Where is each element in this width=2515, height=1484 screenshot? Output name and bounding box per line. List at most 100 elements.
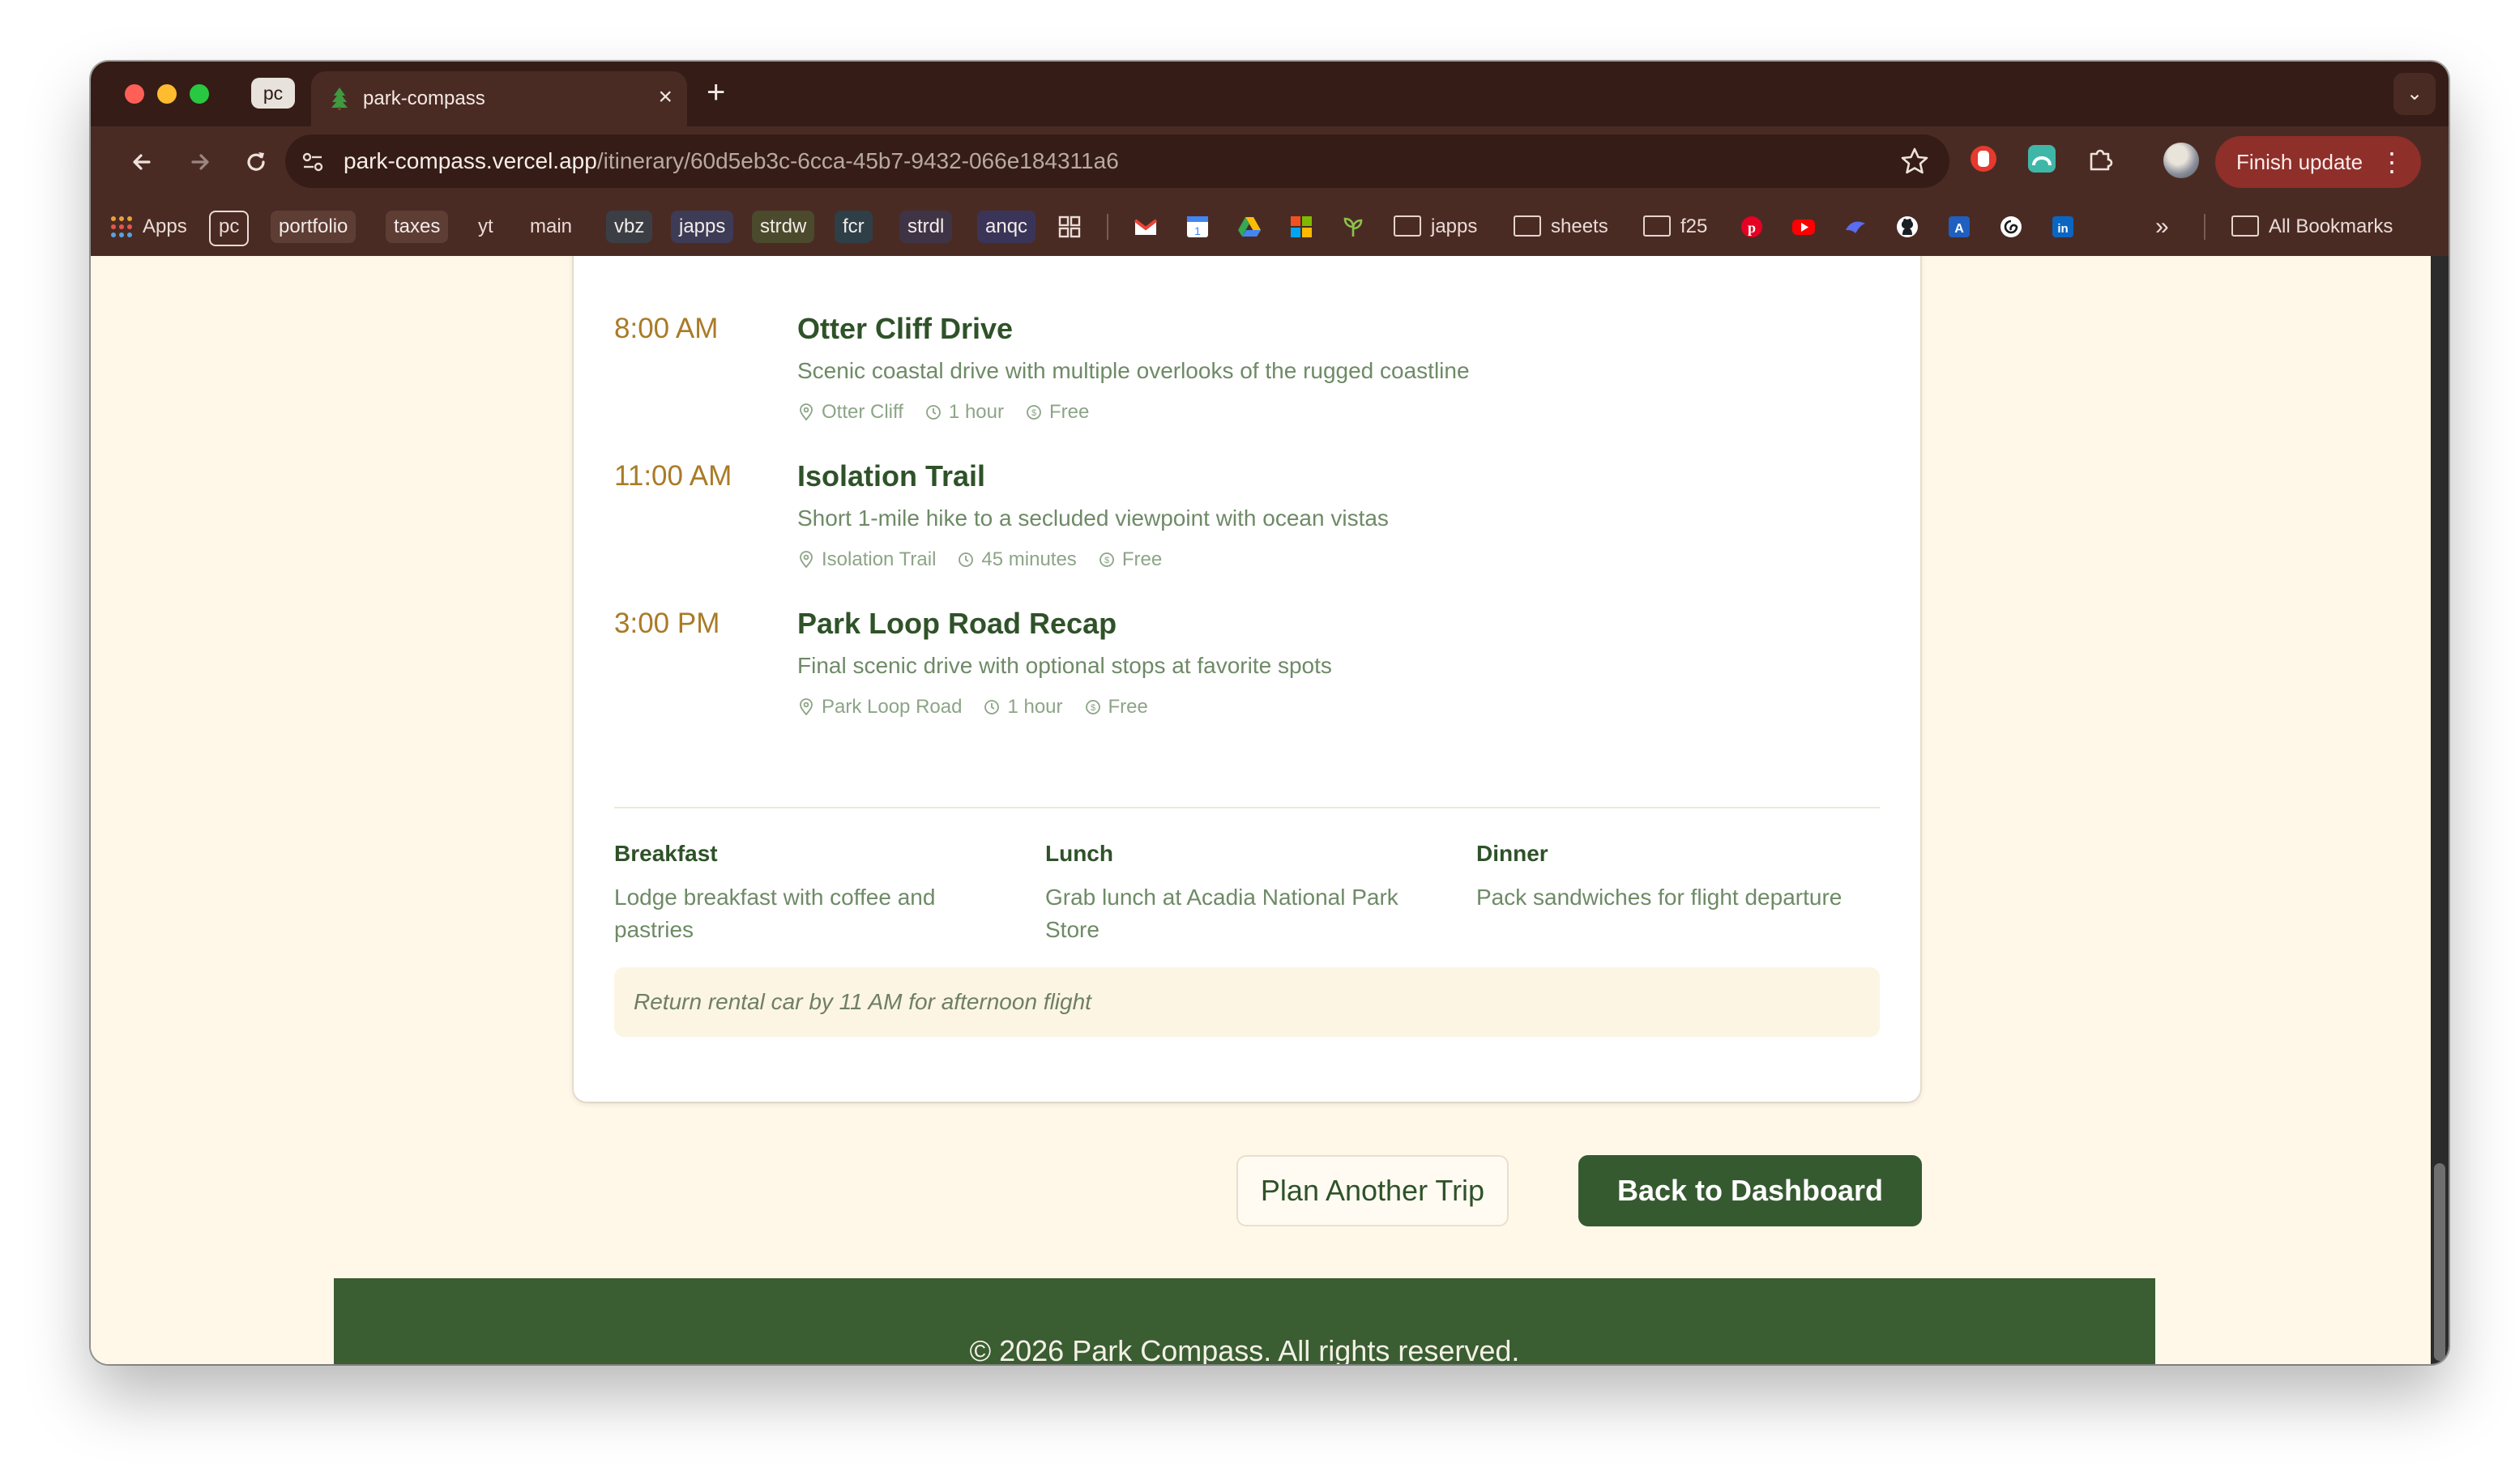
tab-group-chip[interactable]: pc — [251, 78, 295, 109]
day-note: Return rental car by 11 AM for afternoon… — [614, 967, 1880, 1037]
close-window-button[interactable] — [125, 84, 144, 104]
finish-update-button[interactable]: Finish update ⋮ — [2215, 136, 2421, 188]
activity-title: Isolation Trail — [797, 459, 986, 493]
svg-text:$: $ — [1090, 703, 1095, 713]
github-icon[interactable] — [1894, 214, 1920, 240]
bookmark-portfolio[interactable]: portfolio — [271, 211, 357, 243]
app-a-icon[interactable]: A — [1946, 214, 1972, 240]
folder-icon — [2231, 215, 2259, 237]
back-arrow-icon[interactable] — [125, 144, 160, 180]
bookmark-japps[interactable]: japps — [671, 211, 734, 243]
extensions-puzzle-icon[interactable] — [2084, 143, 2116, 175]
meal-label: Lunch — [1045, 841, 1113, 866]
bookmark-folder-f25[interactable]: f25 — [1643, 211, 1707, 243]
clock-icon — [959, 552, 974, 567]
meal-text: Lodge breakfast with coffee and pastries — [614, 885, 936, 942]
active-tab[interactable]: park-compass × — [311, 71, 687, 126]
site-settings-icon[interactable] — [300, 149, 326, 175]
microsoft-icon[interactable] — [1288, 214, 1314, 240]
forward-arrow-icon[interactable] — [181, 144, 217, 180]
scrollbar-thumb[interactable] — [2434, 1163, 2445, 1361]
activity-cost: Free — [1121, 548, 1163, 570]
new-tab-icon[interactable]: + — [707, 76, 725, 109]
browser-window: pc park-compass × + ⌄ park-compass.verce… — [91, 62, 2449, 1364]
activity-time: 11:00 AM — [614, 460, 732, 492]
pinterest-icon[interactable]: p — [1739, 214, 1765, 240]
bookmark-folder-sheets[interactable]: sheets — [1514, 211, 1608, 243]
bookmark-fcr[interactable]: fcr — [835, 211, 873, 243]
linkedin-icon[interactable]: in — [2050, 214, 2076, 240]
activity-location: Park Loop Road — [822, 696, 963, 718]
footer-copyright: © 2026 Park Compass. All rights reserved… — [969, 1334, 1520, 1365]
spiral-icon[interactable] — [1998, 214, 2024, 240]
more-bookmarks-chevron-icon[interactable]: » — [2155, 211, 2169, 243]
activity-description: Scenic coastal drive with multiple overl… — [797, 358, 1470, 383]
activity-meta: Park Loop Road 1 hour $ Free — [797, 695, 1148, 719]
bookmark-folder-japps[interactable]: japps — [1394, 211, 1477, 243]
extension-hand-icon[interactable] — [1967, 143, 2000, 175]
activity-cost: Free — [1108, 696, 1148, 718]
bookmarks-bar: Apps pc portfolio taxes yt main vbz japp… — [91, 198, 2449, 256]
bookmark-pc[interactable]: pc — [209, 211, 250, 246]
activity-meta: Isolation Trail 45 minutes $ Free — [797, 548, 1162, 572]
close-tab-icon[interactable]: × — [658, 83, 673, 112]
tab-title: park-compass — [363, 87, 485, 109]
svg-text:$: $ — [1031, 408, 1036, 418]
calendar-icon[interactable]: 1 — [1185, 214, 1211, 240]
tab-groups-grid-icon[interactable] — [1058, 215, 1081, 238]
bookmark-strdw[interactable]: strdw — [752, 211, 815, 243]
bookmark-vbz[interactable]: vbz — [606, 211, 653, 243]
activity-duration: 1 hour — [948, 401, 1004, 423]
kebab-menu-icon: ⋮ — [2379, 147, 2405, 177]
maximize-window-button[interactable] — [190, 84, 209, 104]
meal-dinner: Dinner Pack sandwiches for flight depart… — [1476, 839, 1898, 914]
clock-icon — [926, 405, 941, 420]
activity-duration: 1 hour — [1007, 696, 1063, 718]
activity-cost: Free — [1048, 401, 1090, 423]
bookmark-all-bookmarks[interactable]: All Bookmarks — [2231, 211, 2393, 243]
bookmarks-separator — [1107, 214, 1108, 240]
reload-icon[interactable] — [238, 144, 274, 180]
bookmark-taxes[interactable]: taxes — [386, 211, 449, 243]
apps-grid-icon[interactable] — [110, 215, 133, 238]
folder-icon — [1394, 215, 1421, 237]
activity-time: 8:00 AM — [614, 313, 719, 344]
section-divider — [614, 807, 1880, 808]
map-pin-icon — [800, 698, 813, 716]
plant-icon[interactable] — [1340, 214, 1366, 240]
bird-icon[interactable] — [1842, 214, 1868, 240]
activity-location: Otter Cliff — [822, 401, 903, 423]
bookmark-anqc[interactable]: anqc — [977, 211, 1036, 243]
bookmark-star-icon[interactable] — [1899, 146, 1930, 177]
tab-search-chevron-icon[interactable]: ⌄ — [2393, 73, 2436, 115]
bookmark-main[interactable]: main — [530, 211, 572, 243]
plan-another-trip-button[interactable]: Plan Another Trip — [1236, 1155, 1509, 1226]
meal-breakfast: Breakfast Lodge breakfast with coffee an… — [614, 839, 1003, 946]
bookmark-yt[interactable]: yt — [478, 211, 493, 243]
back-to-dashboard-button[interactable]: Back to Dashboard — [1578, 1155, 1922, 1226]
youtube-icon[interactable] — [1791, 214, 1817, 240]
pine-tree-icon — [331, 87, 348, 110]
minimize-window-button[interactable] — [157, 84, 177, 104]
meal-text: Pack sandwiches for flight departure — [1476, 885, 1842, 910]
gmail-icon[interactable] — [1133, 214, 1159, 240]
bookmarks-separator — [2204, 214, 2205, 240]
clock-icon — [984, 700, 1000, 714]
profile-avatar[interactable] — [2163, 143, 2199, 178]
activity-description: Short 1-mile hike to a secluded viewpoin… — [797, 505, 1389, 531]
folder-icon — [1643, 215, 1671, 237]
scrollbar-track[interactable] — [2431, 256, 2449, 1364]
activity-location: Isolation Trail — [822, 548, 937, 570]
drive-icon[interactable] — [1236, 214, 1262, 240]
svg-text:$: $ — [1104, 556, 1109, 565]
tab-strip: pc park-compass × + ⌄ — [91, 62, 2449, 126]
extension-teal-icon[interactable] — [2026, 143, 2058, 175]
activity-title: Otter Cliff Drive — [797, 312, 1014, 345]
dollar-circle-icon: $ — [1085, 700, 1100, 714]
url-text[interactable]: park-compass.vercel.app/itinerary/60d5eb… — [344, 147, 1119, 175]
address-bar[interactable]: park-compass.vercel.app/itinerary/60d5eb… — [285, 134, 1949, 188]
bookmark-apps[interactable]: Apps — [143, 211, 187, 243]
svg-text:1: 1 — [1194, 224, 1201, 237]
bookmark-strdl[interactable]: strdl — [899, 211, 953, 243]
activity-meta: Otter Cliff 1 hour $ Free — [797, 400, 1089, 424]
